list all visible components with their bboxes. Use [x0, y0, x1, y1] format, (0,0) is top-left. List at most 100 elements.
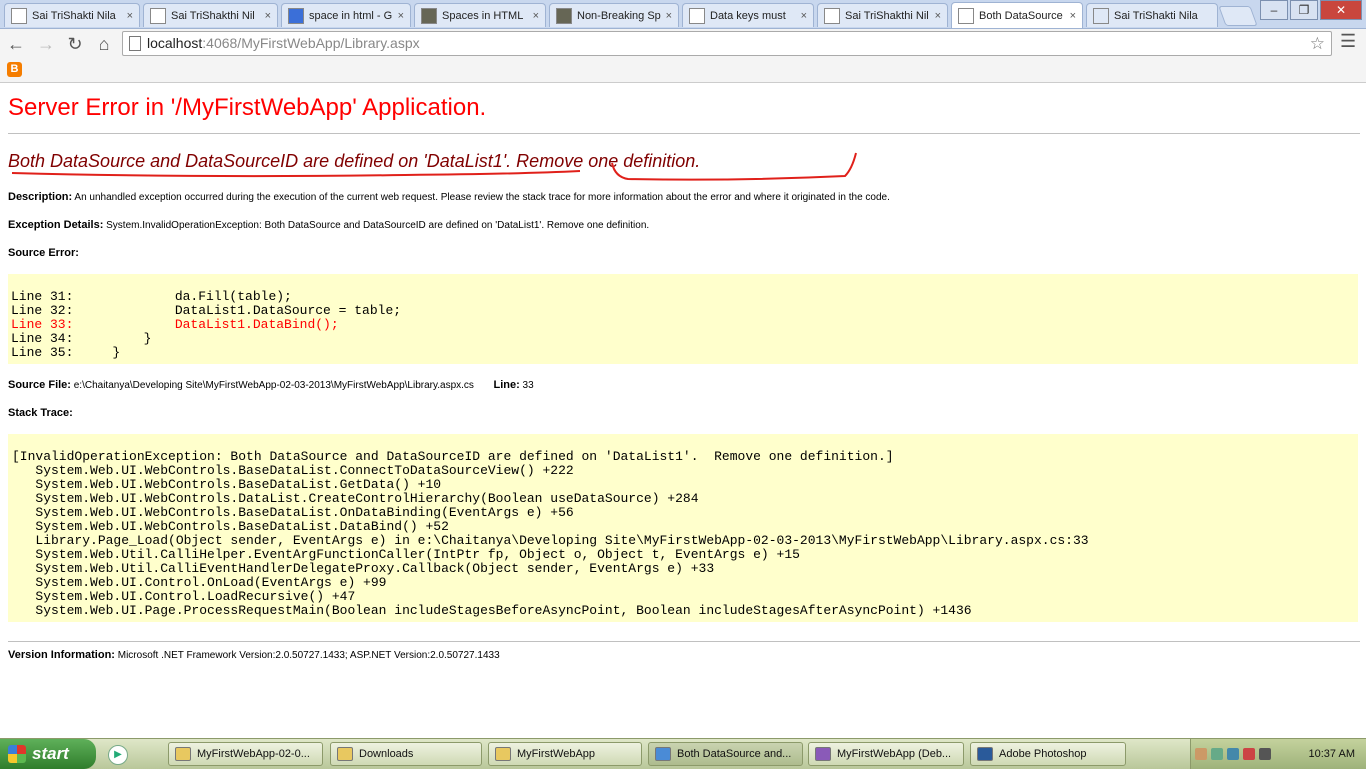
start-button[interactable]: start — [0, 739, 96, 769]
page-icon — [11, 7, 27, 24]
error-message: Both DataSource and DataSourceID are def… — [8, 151, 701, 171]
stack-trace-code: [InvalidOperationException: Both DataSou… — [8, 434, 1358, 622]
close-tab-icon[interactable]: × — [935, 10, 941, 22]
taskbar-button[interactable]: MyFirstWebApp-02-0... — [168, 742, 323, 766]
network-icon[interactable] — [1211, 748, 1223, 760]
url-path: :4068/MyFirstWebApp/Library.aspx — [202, 35, 420, 51]
stack-trace-line: System.Web.UI.Control.LoadRecursive() +4… — [12, 589, 356, 604]
tab-label: Spaces in HTML — [442, 9, 524, 22]
version-label: Version Information: — [8, 649, 115, 661]
line-value: 33 — [519, 380, 534, 391]
source-line: Line 32: DataList1.DataSource = table; — [11, 303, 402, 318]
address-bar[interactable]: localhost:4068/MyFirstWebApp/Library.asp… — [122, 31, 1332, 56]
folder-icon — [175, 747, 191, 761]
back-arrow-icon[interactable]: ← — [4, 32, 28, 56]
stack-trace-line: System.Web.Util.CalliEventHandlerDelegat… — [12, 561, 715, 576]
line-label: Line: — [493, 379, 520, 391]
taskbar-button-label: MyFirstWebApp — [517, 748, 596, 760]
visual-studio-icon — [815, 747, 831, 761]
start-label: start — [32, 744, 69, 763]
taskbar-button-label: MyFirstWebApp (Deb... — [837, 748, 952, 760]
tray-arrow-icon[interactable] — [1195, 748, 1207, 760]
taskbar-button[interactable]: Downloads — [330, 742, 482, 766]
source-error-heading: Source Error: — [8, 247, 79, 259]
taskbar-button[interactable]: Both DataSource and... — [648, 742, 803, 766]
reload-icon[interactable]: ↻ — [63, 32, 87, 56]
taskbar-button[interactable]: Adobe Photoshop — [970, 742, 1126, 766]
photoshop-icon — [977, 747, 993, 761]
close-tab-icon[interactable]: × — [666, 10, 672, 22]
page-icon — [958, 7, 974, 24]
close-window-icon[interactable]: ✕ — [1320, 0, 1362, 20]
source-file-value: e:\Chaitanya\Developing Site\MyFirstWebA… — [70, 380, 474, 391]
volume-icon[interactable] — [1227, 748, 1239, 760]
window-controls: – ❐ ✕ — [1258, 0, 1362, 20]
page-icon — [150, 7, 166, 24]
media-player-icon[interactable]: ▶ — [108, 745, 128, 765]
page-icon — [824, 7, 840, 24]
version-information: Version Information: Microsoft .NET Fram… — [8, 649, 500, 661]
stack-trace-line: System.Web.UI.Page.ProcessRequestMain(Bo… — [12, 603, 972, 618]
taskbar-button-label: Adobe Photoshop — [999, 748, 1087, 760]
folder-icon — [337, 747, 353, 761]
chrome-icon — [655, 747, 671, 761]
stack-trace-line: System.Web.UI.WebControls.BaseDataList.O… — [12, 505, 574, 520]
new-tab-button[interactable] — [1218, 6, 1258, 26]
close-tab-icon[interactable]: × — [801, 10, 807, 22]
browser-tab[interactable]: Sai TriShakti Nila — [1086, 3, 1218, 27]
close-tab-icon[interactable]: × — [1070, 10, 1076, 22]
forward-arrow-icon[interactable]: → — [34, 32, 58, 56]
tab-label: Sai TriShakthi Nil — [845, 9, 929, 22]
page-title: Server Error in '/MyFirstWebApp' Applica… — [8, 94, 487, 121]
description-text: An unhandled exception occurred during t… — [72, 192, 890, 203]
clock[interactable]: 10:37 AM — [1309, 748, 1355, 760]
browser-tab[interactable]: Sai TriShakti Nila × — [4, 3, 140, 27]
stack-trace-heading: Stack Trace: — [8, 407, 73, 419]
browser-tab[interactable]: space in html - G × — [281, 3, 411, 27]
stack-trace-line: [InvalidOperationException: Both DataSou… — [12, 449, 894, 464]
close-tab-icon[interactable]: × — [398, 10, 404, 22]
browser-tab[interactable]: Non-Breaking Sp × — [549, 3, 679, 27]
stack-trace-line: Library.Page_Load(Object sender, EventAr… — [12, 533, 1089, 548]
bookmarks-bar: B — [0, 59, 1366, 83]
version-text: Microsoft .NET Framework Version:2.0.507… — [114, 650, 500, 661]
close-tab-icon[interactable]: × — [127, 10, 133, 22]
stack-trace-line: System.Web.Util.CalliHelper.EventArgFunc… — [12, 547, 800, 562]
page-icon — [129, 36, 141, 51]
tab-label: Non-Breaking Sp — [577, 9, 661, 22]
url-host: localhost — [147, 35, 203, 51]
exception-details: Exception Details: System.InvalidOperati… — [8, 219, 649, 231]
browser-tab[interactable]: Both DataSource × — [951, 2, 1083, 28]
taskbar-button[interactable]: MyFirstWebApp — [488, 742, 642, 766]
maximize-icon[interactable]: ❐ — [1290, 0, 1318, 20]
system-tray: 10:37 AM — [1190, 739, 1366, 769]
language-icon[interactable] — [1259, 748, 1271, 760]
wrench-menu-icon[interactable]: ☰ — [1340, 31, 1356, 52]
browser-tab[interactable]: Spaces in HTML × — [414, 3, 546, 27]
source-file-label: Source File: — [8, 379, 71, 391]
stack-trace-line: System.Web.UI.WebControls.DataList.Creat… — [12, 491, 699, 506]
tab-label: space in html - G — [309, 9, 393, 22]
close-tab-icon[interactable]: × — [533, 10, 539, 22]
divider — [8, 641, 1360, 642]
taskbar-button-label: MyFirstWebApp-02-0... — [197, 748, 310, 760]
home-icon[interactable]: ⌂ — [92, 32, 116, 56]
taskbar-button[interactable]: MyFirstWebApp (Deb... — [808, 742, 964, 766]
source-line: Line 33: DataList1.DataBind(); — [11, 317, 339, 332]
antivirus-icon[interactable] — [1243, 748, 1255, 760]
blogger-icon[interactable]: B — [7, 62, 22, 77]
folder-icon — [495, 747, 511, 761]
taskbar-button-label: Both DataSource and... — [677, 748, 792, 760]
source-file: Source File: e:\Chaitanya\Developing Sit… — [8, 379, 534, 391]
tab-label: Sai TriShakti Nila — [32, 9, 116, 22]
browser-tab[interactable]: Data keys must × — [682, 3, 814, 27]
browser-tab[interactable]: Sai TriShakthi Nil × — [817, 3, 948, 27]
tab-strip: Sai TriShakti Nila × Sai TriShakthi Nil × sp… — [0, 0, 1366, 29]
bookmark-star-icon[interactable]: ☆ — [1310, 32, 1325, 55]
tab-label: Both DataSource — [979, 9, 1063, 22]
minimize-icon[interactable]: – — [1260, 0, 1288, 20]
stack-trace-line: System.Web.UI.WebControls.BaseDataList.D… — [12, 519, 449, 534]
browser-tab[interactable]: Sai TriShakthi Nil × — [143, 3, 278, 27]
close-tab-icon[interactable]: × — [265, 10, 271, 22]
taskbar-button-label: Downloads — [359, 748, 414, 760]
